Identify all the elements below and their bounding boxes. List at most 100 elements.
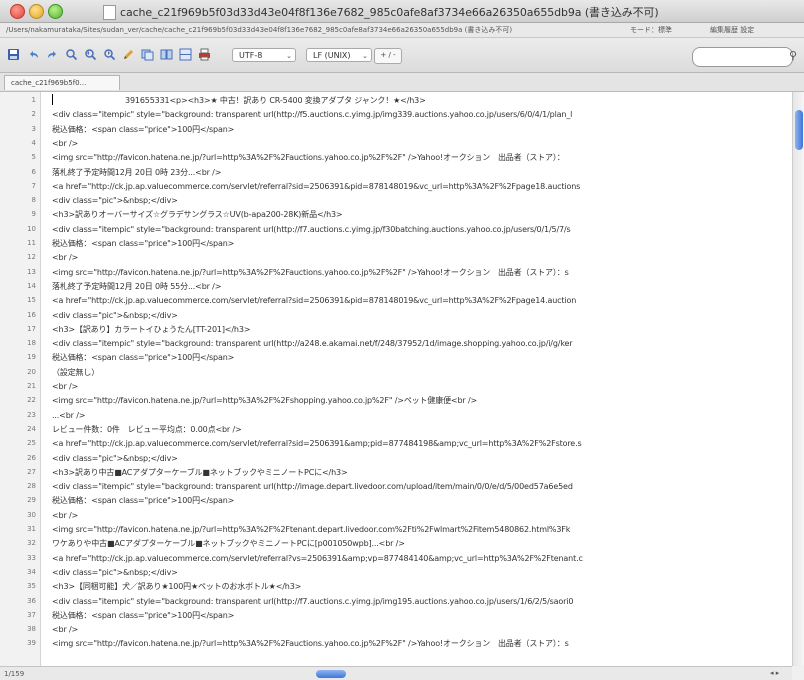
- code-line[interactable]: 6 落札終了予定時間12月 20日 0時 23分...<br />: [0, 166, 792, 179]
- code-text[interactable]: 落札終了予定時間12月 20日 0時 55分...<br />: [52, 280, 221, 293]
- code-text[interactable]: <img src="http://favicon.hatena.ne.jp/?u…: [52, 394, 477, 407]
- code-line[interactable]: 14 落札終了予定時間12月 20日 0時 55分...<br />: [0, 280, 792, 293]
- split-view-icon[interactable]: [178, 47, 193, 62]
- find-previous-icon[interactable]: [83, 47, 98, 62]
- code-text[interactable]: 税込価格：<span class="price">100円</span>: [52, 237, 234, 250]
- code-text[interactable]: <br />: [52, 251, 78, 264]
- code-line[interactable]: 30 <br />: [0, 509, 792, 522]
- code-line[interactable]: 26 <div class="pic">&nbsp;</div>: [0, 452, 792, 465]
- tab-document[interactable]: cache_c21f969b5f0...: [4, 75, 120, 90]
- code-line[interactable]: 23 ...<br />: [0, 409, 792, 422]
- code-line[interactable]: 24 レビュー件数：0件 レビュー平均点：0.00点<br />: [0, 423, 792, 436]
- code-line[interactable]: 17 <h3>【訳あり】カラートイひょうたん[TT-201]</h3>: [0, 323, 792, 336]
- code-text[interactable]: <div class="pic">&nbsp;</div>: [52, 452, 178, 465]
- code-text[interactable]: <img src="http://favicon.hatena.ne.jp/?u…: [52, 266, 569, 279]
- find-icon[interactable]: [64, 47, 79, 62]
- code-text[interactable]: <div class="itempic" style="background: …: [52, 595, 573, 608]
- code-line[interactable]: 19 税込価格：<span class="price">100円</span>: [0, 351, 792, 364]
- code-text[interactable]: <a href="http://ck.jp.ap.valuecommerce.c…: [52, 552, 583, 565]
- save-icon[interactable]: [6, 47, 21, 62]
- code-line[interactable]: 15 <a href="http://ck.jp.ap.valuecommerce…: [0, 294, 792, 307]
- code-line[interactable]: 9 <h3>訳ありオーバーサイズ☆グラデサングラス☆UV(b-apa200-28K…: [0, 208, 792, 221]
- code-line[interactable]: 16 <div class="pic">&nbsp;</div>: [0, 309, 792, 322]
- code-line[interactable]: 3 税込価格：<span class="price">100円</span>: [0, 123, 792, 136]
- font-size-stepper[interactable]: + / -: [374, 48, 402, 64]
- code-text[interactable]: <div class="pic">&nbsp;</div>: [52, 309, 178, 322]
- mode-label[interactable]: モード：標準: [630, 25, 672, 35]
- code-line[interactable]: 29 税込価格：<span class="price">100円</span>: [0, 494, 792, 507]
- code-line[interactable]: 27 <h3>訳あり中古■ACアダプターケーブル■ネットブックやミニノートPCに<…: [0, 466, 792, 479]
- code-line[interactable]: 5 <img src="http://favicon.hatena.ne.jp/?…: [0, 151, 792, 164]
- vertical-scrollbar[interactable]: [792, 92, 804, 666]
- encoding-select[interactable]: UTF-8 ⌄: [232, 48, 296, 62]
- code-line[interactable]: 31 <img src="http://favicon.hatena.ne.jp/…: [0, 523, 792, 536]
- code-line[interactable]: 33 <a href="http://ck.jp.ap.valuecommerce…: [0, 552, 792, 565]
- code-line[interactable]: 25 <a href="http://ck.jp.ap.valuecommerce…: [0, 437, 792, 450]
- code-text[interactable]: <div class="itempic" style="background: …: [52, 337, 573, 350]
- code-text[interactable]: <div class="itempic" style="background: …: [52, 108, 572, 121]
- code-text[interactable]: レビュー件数：0件 レビュー平均点：0.00点<br />: [52, 423, 242, 436]
- code-text[interactable]: <br />: [52, 137, 78, 150]
- code-editor[interactable]: 1 391655331<p><h3>★ 中古！訳あり CR-5400 変換アダプタ…: [0, 92, 792, 666]
- code-line[interactable]: 4 <br />: [0, 137, 792, 150]
- code-line[interactable]: 35 <h3>【同梱可能】犬／訳あり★100円★ペットのお水ボトル★</h3>: [0, 580, 792, 593]
- line-ending-select[interactable]: LF (UNIX) ⌄: [306, 48, 372, 62]
- code-text[interactable]: <h3>訳ありオーバーサイズ☆グラデサングラス☆UV(b-apa200-28K)…: [52, 208, 343, 221]
- close-window-icon[interactable]: [10, 4, 25, 19]
- copy-icon[interactable]: [140, 47, 155, 62]
- code-text[interactable]: ワケありや中古■ACアダプターケーブル■ネットブックやミニノートPCに[p001…: [52, 537, 405, 550]
- code-text[interactable]: 税込価格：<span class="price">100円</span>: [52, 123, 234, 136]
- history-settings-label[interactable]: 編集履歴 設定: [710, 25, 754, 35]
- code-text[interactable]: 391655331<p><h3>★ 中古！訳あり CR-5400 変換アダプタ …: [125, 94, 426, 107]
- undo-icon[interactable]: [26, 47, 41, 62]
- code-text[interactable]: 税込価格：<span class="price">100円</span>: [52, 351, 234, 364]
- pencil-icon[interactable]: [121, 47, 136, 62]
- search-input[interactable]: [692, 47, 793, 67]
- code-line[interactable]: 37 税込価格：<span class="price">100円</span>: [0, 609, 792, 622]
- horizontal-scroll-thumb[interactable]: [316, 670, 346, 678]
- code-line[interactable]: 18 <div class="itempic" style="background…: [0, 337, 792, 350]
- code-line[interactable]: 22 <img src="http://favicon.hatena.ne.jp/…: [0, 394, 792, 407]
- code-text[interactable]: <h3>訳あり中古■ACアダプターケーブル■ネットブックやミニノートPCに</h…: [52, 466, 348, 479]
- code-line[interactable]: 34 <div class="pic">&nbsp;</div>: [0, 566, 792, 579]
- code-text[interactable]: <br />: [52, 380, 78, 393]
- code-text[interactable]: 税込価格：<span class="price">100円</span>: [52, 494, 234, 507]
- code-text[interactable]: <br />: [52, 509, 78, 522]
- code-text[interactable]: <div class="itempic" style="background: …: [52, 223, 571, 236]
- search-icon[interactable]: ⚲: [789, 49, 797, 62]
- code-text[interactable]: <div class="pic">&nbsp;</div>: [52, 194, 178, 207]
- redo-icon[interactable]: [45, 47, 60, 62]
- code-text[interactable]: 税込価格：<span class="price">100円</span>: [52, 609, 234, 622]
- code-text[interactable]: <div class="itempic" style="background: …: [52, 480, 573, 493]
- code-text[interactable]: （設定無し）: [52, 366, 99, 379]
- code-line[interactable]: 38 <br />: [0, 623, 792, 636]
- code-line[interactable]: 10 <div class="itempic" style="background…: [0, 223, 792, 236]
- code-line[interactable]: 8 <div class="pic">&nbsp;</div>: [0, 194, 792, 207]
- code-text[interactable]: <img src="http://favicon.hatena.ne.jp/?u…: [52, 637, 569, 650]
- code-text[interactable]: ...<br />: [52, 409, 85, 422]
- compare-icon[interactable]: [159, 47, 174, 62]
- code-text[interactable]: <img src="http://favicon.hatena.ne.jp/?u…: [52, 523, 570, 536]
- vertical-scroll-thumb[interactable]: [795, 110, 803, 150]
- print-icon[interactable]: [197, 47, 212, 62]
- code-line[interactable]: 12 <br />: [0, 251, 792, 264]
- code-text[interactable]: <a href="http://ck.jp.ap.valuecommerce.c…: [52, 294, 576, 307]
- code-line[interactable]: 21 <br />: [0, 380, 792, 393]
- minimize-window-icon[interactable]: [29, 4, 44, 19]
- code-line[interactable]: 39 <img src="http://favicon.hatena.ne.jp/…: [0, 637, 792, 650]
- code-text[interactable]: <div class="pic">&nbsp;</div>: [52, 566, 178, 579]
- code-line[interactable]: 36 <div class="itempic" style="background…: [0, 595, 792, 608]
- code-line[interactable]: 32 ワケありや中古■ACアダプターケーブル■ネットブックやミニノートPCに[p0…: [0, 537, 792, 550]
- title-bar[interactable]: cache_c21f969b5f03d33d43e04f8f136e7682_9…: [0, 0, 804, 23]
- code-line[interactable]: 2 <div class="itempic" style="background:…: [0, 108, 792, 121]
- code-text[interactable]: <a href="http://ck.jp.ap.valuecommerce.c…: [52, 437, 582, 450]
- code-line[interactable]: 28 <div class="itempic" style="background…: [0, 480, 792, 493]
- code-text[interactable]: <img src="http://favicon.hatena.ne.jp/?u…: [52, 151, 565, 164]
- zoom-window-icon[interactable]: [48, 4, 63, 19]
- code-text[interactable]: <h3>【同梱可能】犬／訳あり★100円★ペットのお水ボトル★</h3>: [52, 580, 301, 593]
- scroll-arrows[interactable]: ◂ ▸: [770, 669, 779, 677]
- code-line[interactable]: 20 （設定無し）: [0, 366, 792, 379]
- code-text[interactable]: <h3>【訳あり】カラートイひょうたん[TT-201]</h3>: [52, 323, 250, 336]
- find-next-icon[interactable]: [102, 47, 117, 62]
- code-text[interactable]: <a href="http://ck.jp.ap.valuecommerce.c…: [52, 180, 580, 193]
